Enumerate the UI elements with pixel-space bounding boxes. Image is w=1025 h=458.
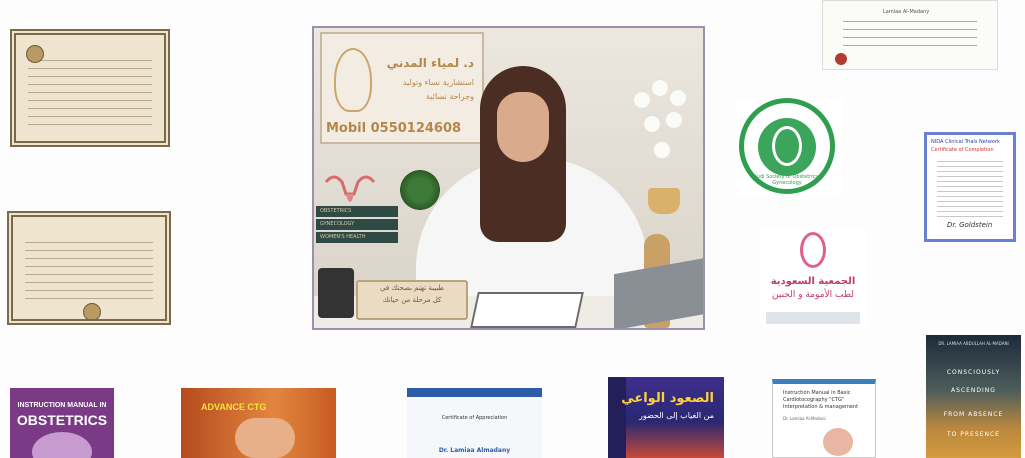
book4-subtitle: من الغياب إلى الحضور: [639, 411, 714, 420]
fetus-outline-icon: [800, 232, 826, 268]
book3-author: Dr. Lamiaa Almadany: [438, 447, 511, 454]
shelf-book-3: WOMEN'S HEALTH: [316, 232, 398, 243]
book-spine: [608, 377, 626, 458]
clipboard-icon: [470, 292, 584, 328]
certificate-text-lines: [25, 235, 153, 305]
nida-certificate[interactable]: NIDA Clinical Trials Network Certificate…: [924, 132, 1016, 242]
fetus-illustration-icon: [823, 428, 853, 456]
nida-signature: Dr. Goldstein: [947, 221, 993, 229]
certificate-text-lines: [28, 53, 152, 127]
book4-title: الصعود الواعي: [621, 391, 714, 406]
book1-line-1: INSTRUCTION MANUAL IN: [17, 402, 107, 409]
sspm-line-1: الجمعية السعودية: [770, 276, 856, 287]
pen-holder-icon: [318, 268, 354, 318]
potted-plant-icon: [400, 170, 440, 210]
book3-title: Certificate of Appreciation: [441, 415, 508, 421]
book-cover-consciously-ascending[interactable]: DR. LAMIAA ABDULLAH AL-MADANI CONSCIOUSL…: [926, 335, 1021, 458]
hand-illustration-icon: [235, 418, 295, 458]
book1-line-2: OBSTETRICS: [16, 412, 108, 428]
shelf-book-2: GYNECOLOGY: [316, 219, 398, 230]
certificate-name: Lamiaa Al-Madany: [883, 9, 930, 15]
nida-title: NIDA Clinical Trials Network: [931, 139, 1000, 145]
book-cover-obstetrics-manual[interactable]: INSTRUCTION MANUAL IN OBSTETRICS: [10, 388, 114, 458]
doctor-portrait-photo[interactable]: د. لمياء المدني استشارية نساء وتوليد وجر…: [312, 26, 705, 330]
pregnant-figure-icon: [772, 126, 802, 166]
certificate-image-2[interactable]: [7, 211, 171, 325]
clinic-sign: د. لمياء المدني استشارية نساء وتوليد وجر…: [320, 32, 484, 144]
book6-line-2: ASCENDING: [951, 387, 996, 394]
shelf-books: OBSTETRICS GYNECOLOGY WOMEN'S HEALTH: [316, 206, 398, 246]
desk-plaque: طبيبة تهتم بصحتك في كل مرحلة من حياتك: [356, 280, 468, 320]
book-cover-conscious-ascent-arabic[interactable]: الصعود الواعي من الغياب إلى الحضور: [608, 377, 724, 458]
certificate-seal-icon: [83, 303, 101, 319]
woman-silhouette-logo-icon: [334, 48, 372, 112]
certificate-seal-icon: [835, 53, 847, 65]
certificate-image-1[interactable]: [10, 29, 170, 147]
plaque-line-2: كل مرحلة من حياتك: [382, 296, 442, 304]
book5-author: Dr. Lamiaa Al-Madani: [783, 416, 826, 421]
doctor-face: [497, 92, 549, 162]
sbog-text: Saudi Society of Obstetrics & Gynecology: [750, 174, 824, 186]
book6-line-3: FROM ABSENCE: [943, 411, 1004, 418]
book6-line-1: CONSCIOUSLY: [946, 369, 1001, 376]
book5-title: Instruction Manual in Basic Cardiotocogr…: [783, 390, 859, 410]
orchid-flowers-icon: [626, 72, 696, 192]
sspm-logo[interactable]: الجمعية السعودية لطب الأمومة و الجنين: [760, 228, 866, 326]
specialty-line-1: استشارية نساء وتوليد: [402, 78, 474, 87]
specialty-line-2: وجراحة نسائية: [426, 92, 474, 101]
book-cover-advance-ctg[interactable]: ADVANCE CTG: [181, 388, 336, 458]
logo-base: [766, 312, 860, 324]
doctor-name: د. لمياء المدني: [386, 56, 474, 70]
book2-title: ADVANCE CTG: [201, 402, 267, 412]
plaque-line-1: طبيبة تهتم بصحتك في: [379, 284, 444, 292]
nida-text-lines: [937, 157, 1003, 217]
book6-author: DR. LAMIAA ABDULLAH AL-MADANI: [938, 341, 1009, 346]
sbog-logo[interactable]: Saudi Society of Obstetrics & Gynecology: [736, 98, 842, 194]
certificate-image-3[interactable]: Lamiaa Al-Madany: [822, 0, 998, 70]
certificate-of-appreciation[interactable]: Certificate of Appreciation Dr. Lamiaa A…: [407, 388, 542, 458]
book6-line-4: TO PRESENCE: [947, 431, 1000, 438]
mobile-number: Mobil 0550124608: [326, 121, 462, 136]
gold-vase-icon: [648, 188, 680, 214]
book-cover-ctg-manual[interactable]: Instruction Manual in Basic Cardiotocogr…: [772, 379, 876, 458]
uterus-illustration-icon: [32, 432, 92, 458]
shelf-book-1: OBSTETRICS: [316, 206, 398, 217]
nida-subtitle: Certificate of Completion: [931, 147, 994, 153]
sspm-line-2: لطب الأمومة و الجنين: [772, 290, 854, 300]
certificate-seal-icon: [26, 45, 44, 63]
